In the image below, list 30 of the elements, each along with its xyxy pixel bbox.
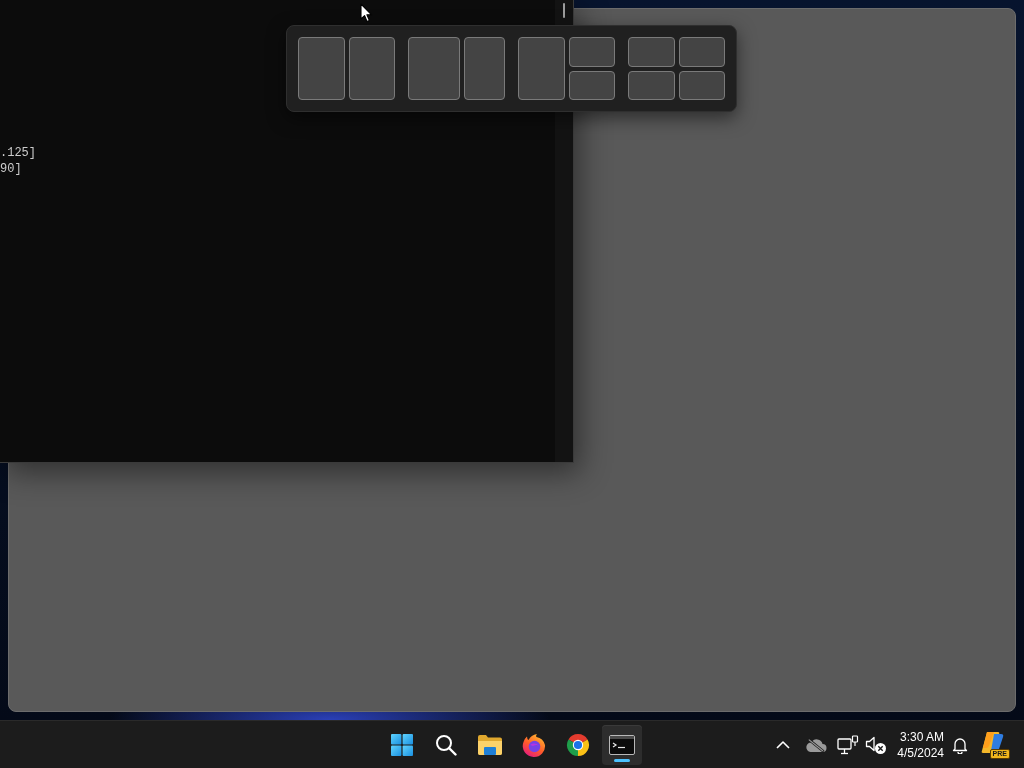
segmented-circle-icon xyxy=(566,732,590,757)
mouse-pointer-icon xyxy=(360,3,373,23)
bell-icon[interactable] xyxy=(952,735,968,754)
terminal-output-line: .125] xyxy=(0,145,36,161)
chevron-up-icon xyxy=(776,740,791,749)
snap-zone[interactable] xyxy=(298,37,345,100)
snap-zone[interactable] xyxy=(464,37,505,100)
search-icon xyxy=(435,733,457,756)
speaker-muted-icon[interactable] xyxy=(865,734,888,755)
flame-globe-icon xyxy=(522,732,546,757)
ribbon-shapes-icon xyxy=(980,730,1006,755)
snap-zone[interactable] xyxy=(348,37,395,100)
window-tiles-icon xyxy=(391,733,413,756)
snap-zone[interactable] xyxy=(568,37,615,67)
snap-zone[interactable] xyxy=(678,70,725,100)
taskbar-app-button[interactable] xyxy=(602,724,642,765)
scrollbar-thumb[interactable] xyxy=(563,3,565,18)
folder-icon xyxy=(478,734,502,755)
snap-zone[interactable] xyxy=(518,37,565,100)
network-monitor-icon[interactable] xyxy=(837,734,860,755)
cloud-icon[interactable] xyxy=(805,736,828,753)
snap-zone[interactable] xyxy=(678,37,725,67)
snap-zone[interactable] xyxy=(408,37,460,100)
clock-button[interactable]: 3:30 AM 4/5/2024 xyxy=(893,728,948,761)
snap-zone[interactable] xyxy=(628,70,675,100)
active-window-indicator xyxy=(614,758,630,762)
terminal-output-line: 90] xyxy=(0,161,22,177)
snap-zone[interactable] xyxy=(568,70,615,100)
console-window-icon xyxy=(609,734,635,755)
snap-zone[interactable] xyxy=(628,37,675,67)
